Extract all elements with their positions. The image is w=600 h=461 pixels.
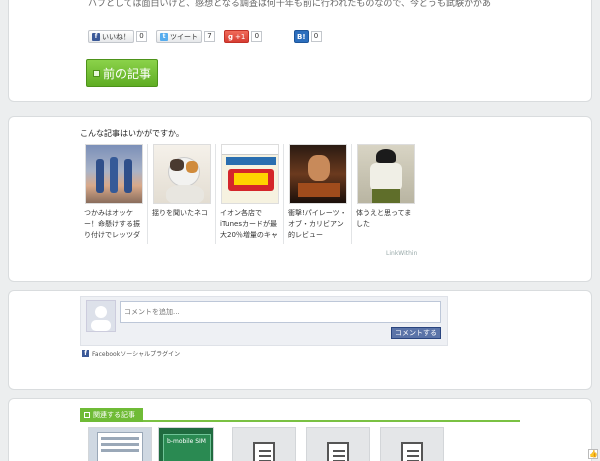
facebook-icon: f — [82, 350, 89, 357]
related-thumbnail-label: b-mobile SIM — [167, 438, 206, 445]
like-count: 0 — [136, 31, 147, 42]
facebook-like[interactable]: f いいね！ 0 — [88, 30, 147, 43]
related-thumbnail[interactable] — [88, 427, 152, 461]
google-plus[interactable]: g +1 0 — [224, 30, 263, 43]
gplus-count: 0 — [251, 31, 263, 42]
linkwithin-link[interactable]: LinkWithin — [386, 250, 417, 257]
recommended-item[interactable]: 揺りを聞いたネコ — [150, 144, 216, 244]
arrow-left-icon — [92, 69, 100, 77]
recommended-item[interactable]: イオン各店でiTunesカードが最大20％増量のキャンペーン中 — [218, 144, 284, 244]
recommended-thumbnail[interactable] — [85, 144, 143, 204]
hatena-icon: B! — [297, 32, 306, 41]
recommended-thumbnail[interactable] — [153, 144, 211, 204]
recommended-thumbnail[interactable] — [221, 144, 279, 204]
recommended-caption[interactable]: つかみはオッケー！命懸けする振り付けでレッツダンス！ — [84, 208, 146, 241]
facebook-like-button[interactable]: f いいね！ — [88, 30, 134, 43]
hatena-bookmark-button[interactable]: B! — [294, 30, 309, 43]
recommended-title: こんな記事はいかがですか。 — [80, 129, 184, 138]
related-title: 関連する記事 — [93, 411, 135, 419]
gplus-icon: g — [228, 32, 234, 41]
previous-article-button[interactable]: 前の記事 — [86, 59, 158, 87]
related-thumbnail[interactable] — [232, 427, 296, 461]
document-icon — [253, 442, 275, 461]
facebook-icon: f — [92, 32, 100, 41]
tweet-label: ツイート — [170, 32, 198, 41]
tweet-button[interactable]: t ツイート — [156, 30, 202, 43]
related-header: 関連する記事 — [80, 408, 520, 422]
gplus-label: +1 — [235, 32, 246, 41]
list-icon — [84, 412, 90, 418]
recommended-caption[interactable]: イオン各店でiTunesカードが最大20％増量のキャンペーン中 — [220, 208, 282, 241]
recommended-thumbnail[interactable] — [289, 144, 347, 204]
article-last-line: ハブとしては面白いけど、感想となる調査は何十年も前に行われたものなので、今どうも… — [88, 0, 492, 9]
comment-submit-button[interactable]: コメントする — [391, 327, 441, 339]
like-box-icon[interactable]: 👍 — [588, 449, 598, 459]
recommended-thumbnail[interactable] — [357, 144, 415, 204]
recommended-caption[interactable]: 衝撃!パイレーツ・オブ・カリビアン的レビュー — [288, 208, 350, 241]
related-thumbnail[interactable] — [380, 427, 444, 461]
document-icon — [401, 442, 423, 461]
recommended-item[interactable]: 体うえと思ってました — [354, 144, 420, 244]
tweet-count: 7 — [204, 31, 215, 42]
default-avatar-icon — [87, 301, 115, 331]
hatena-count: 0 — [310, 31, 322, 42]
gplus-button[interactable]: g +1 — [224, 30, 250, 43]
facebook-plugin-label[interactable]: Facebookソーシャルプラグイン — [92, 349, 180, 358]
facebook-plugin-credit[interactable]: f Facebookソーシャルプラグイン — [82, 349, 180, 358]
previous-article-label: 前の記事 — [102, 66, 151, 81]
avatar — [86, 300, 116, 332]
recommended-caption[interactable]: 揺りを聞いたネコ — [152, 208, 214, 241]
recommended-item[interactable]: つかみはオッケー！命懸けする振り付けでレッツダンス！ — [82, 144, 148, 244]
tweet[interactable]: t ツイート 7 — [156, 30, 215, 43]
document-icon — [327, 442, 349, 461]
related-thumbnail[interactable] — [306, 427, 370, 461]
related-tag: 関連する記事 — [80, 408, 143, 422]
twitter-bird-icon: t — [160, 32, 168, 41]
recommended-item[interactable]: 衝撃!パイレーツ・オブ・カリビアン的レビュー — [286, 144, 352, 244]
recommended-caption[interactable]: 体うえと思ってました — [356, 208, 418, 241]
hatena-bookmark[interactable]: B! 0 — [294, 30, 322, 43]
related-thumbnail[interactable]: b-mobile SIM — [158, 427, 214, 461]
comment-input[interactable] — [120, 301, 441, 323]
like-label: いいね！ — [102, 32, 130, 41]
